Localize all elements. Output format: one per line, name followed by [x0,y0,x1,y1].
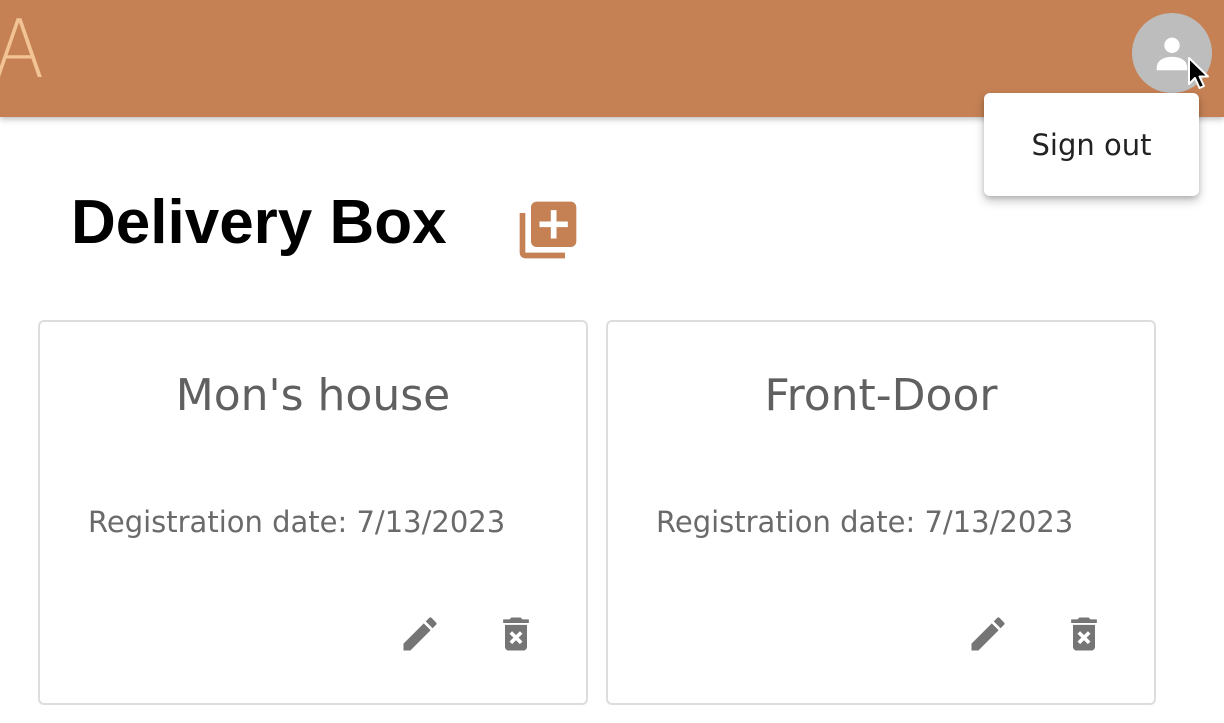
delete-forever-icon [503,617,529,651]
registration-date: Registration date: 7/13/2023 [88,505,505,539]
delete-box-button[interactable] [494,612,538,656]
box-name: Mon's house [175,370,451,421]
add-box-icon [519,201,577,259]
delivery-box-card: Mon's house Registration date: 7/13/2023 [38,320,588,705]
mouse-pointer-icon [1188,57,1209,89]
edit-box-button[interactable] [398,612,442,656]
app-logo[interactable]: A [0,10,44,90]
registration-date-label: Registration date: [656,505,916,539]
registration-date: Registration date: 7/13/2023 [656,505,1073,539]
delete-forever-icon [1071,617,1097,651]
box-name: Front-Door [764,370,998,421]
sign-out-menu-item[interactable]: Sign out [984,93,1199,196]
registration-date-value: 7/13/2023 [924,505,1074,539]
account-menu: Sign out [984,93,1199,196]
page-title: Delivery Box [71,188,447,257]
registration-date-value: 7/13/2023 [356,505,506,539]
registration-date-label: Registration date: [88,505,348,539]
delivery-box-card: Front-Door Registration date: 7/13/2023 [606,320,1156,705]
edit-icon [403,617,437,651]
delete-box-button[interactable] [1062,612,1106,656]
add-delivery-box-button[interactable] [514,196,582,264]
edit-icon [971,617,1005,651]
edit-box-button[interactable] [966,612,1010,656]
